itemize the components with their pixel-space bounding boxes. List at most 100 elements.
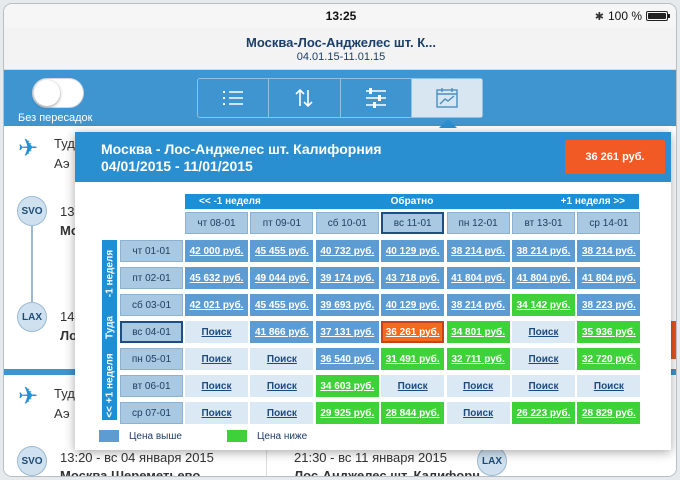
price-cell[interactable]: 45 632 руб.: [185, 267, 248, 289]
route-dates: 04.01.15-11.01.15: [296, 51, 386, 63]
flight-row[interactable]: SVO 13:20 - вс 04 января 2015 Москва Шер…: [4, 446, 676, 477]
nonstop-toggle[interactable]: [32, 78, 84, 108]
price-cell[interactable]: 42 000 руб.: [185, 240, 248, 262]
search-cell[interactable]: Поиск: [512, 321, 575, 343]
search-cell[interactable]: Поиск: [185, 375, 248, 397]
price-cell[interactable]: 41 866 руб.: [250, 321, 314, 343]
row-departure-city: Москва Шереметьево: [60, 468, 201, 477]
search-cell[interactable]: Поиск: [512, 375, 575, 397]
price-cell[interactable]: 38 214 руб.: [446, 240, 510, 262]
price-cell[interactable]: 40 732 руб.: [315, 240, 379, 262]
outbound-label: Туда: [104, 316, 115, 339]
app-window: 13:25 ✱ 100 % Москва-Лос-Анджелес шт. К.…: [3, 3, 677, 477]
search-cell[interactable]: Поиск: [446, 402, 510, 424]
legend-swatch-higher: [99, 430, 119, 442]
price-cell[interactable]: 29 925 руб.: [315, 402, 379, 424]
legend-higher: Цена выше: [99, 430, 182, 442]
outbound-date-header[interactable]: сб 03-01: [120, 294, 183, 316]
route-title: Москва-Лос-Анджелес шт. К...: [246, 35, 436, 50]
origin-airport-badge: SVO: [17, 196, 47, 226]
price-cell[interactable]: 38 214 руб.: [446, 294, 510, 316]
price-cell[interactable]: 36 261 руб.: [381, 321, 445, 343]
search-cell[interactable]: Поиск: [185, 348, 248, 370]
price-cell[interactable]: 41 804 руб.: [446, 267, 510, 289]
price-cell[interactable]: 41 804 руб.: [512, 267, 575, 289]
outbound-date-header[interactable]: чт 01-01: [120, 240, 183, 262]
return-date-header[interactable]: пн 12-01: [446, 212, 510, 234]
price-cell[interactable]: 38 214 руб.: [512, 240, 575, 262]
price-cell[interactable]: 49 044 руб.: [250, 267, 314, 289]
nonstop-label: Без пересадок: [18, 112, 93, 124]
price-cell[interactable]: 34 142 руб.: [512, 294, 575, 316]
popover-dates: 04/01/2015 - 11/01/2015: [101, 158, 253, 174]
search-cell[interactable]: Поиск: [250, 402, 314, 424]
segment-title: Туд: [54, 386, 75, 401]
row-departure-time: 13:20 - вс 04 января 2015: [60, 450, 214, 465]
toggle-knob: [34, 80, 60, 106]
price-cell[interactable]: 45 455 руб.: [250, 240, 314, 262]
price-cell[interactable]: 28 844 руб.: [381, 402, 445, 424]
price-cell[interactable]: 39 174 руб.: [315, 267, 379, 289]
search-cell[interactable]: Поиск: [250, 348, 314, 370]
price-cell[interactable]: 45 455 руб.: [250, 294, 314, 316]
price-cell[interactable]: 26 223 руб.: [512, 402, 575, 424]
outbound-date-header[interactable]: ср 07-01: [120, 402, 183, 424]
price-cell[interactable]: 40 129 руб.: [381, 294, 445, 316]
price-cell[interactable]: 42 021 руб.: [185, 294, 248, 316]
price-cell[interactable]: 34 603 руб.: [315, 375, 379, 397]
popover-pointer: [439, 119, 457, 128]
price-cell[interactable]: 38 214 руб.: [577, 240, 641, 262]
outbound-date-header[interactable]: вт 06-01: [120, 375, 183, 397]
legend-swatch-lower: [227, 430, 247, 442]
search-cell[interactable]: Поиск: [577, 375, 641, 397]
price-cell[interactable]: 37 131 руб.: [315, 321, 379, 343]
return-date-header[interactable]: вс 11-01: [381, 212, 445, 234]
return-date-header[interactable]: сб 10-01: [315, 212, 379, 234]
plus-week-link[interactable]: << +1 неделя: [104, 353, 115, 417]
status-right: ✱ 100 %: [595, 9, 670, 23]
airplane-icon: ✈: [18, 383, 39, 410]
airplane-icon: ✈: [18, 135, 39, 162]
dest-airport-badge: LAX: [17, 302, 47, 332]
price-cell[interactable]: 41 804 руб.: [577, 267, 641, 289]
selected-price-badge: 36 261 руб.: [565, 140, 665, 174]
price-cell[interactable]: 34 801 руб.: [446, 321, 510, 343]
search-cell[interactable]: Поиск: [250, 375, 314, 397]
filter-sliders-icon: [365, 88, 386, 108]
list-view-button[interactable]: [198, 79, 270, 117]
price-cell[interactable]: 31 491 руб.: [381, 348, 445, 370]
sort-button[interactable]: [269, 79, 341, 117]
search-cell[interactable]: Поиск: [185, 321, 248, 343]
outbound-date-header[interactable]: пн 05-01: [120, 348, 183, 370]
route-header: Москва-Лос-Анджелес шт. К... 04.01.15-11…: [4, 28, 676, 70]
price-cell[interactable]: 35 936 руб.: [577, 321, 641, 343]
price-cell[interactable]: 28 829 руб.: [577, 402, 641, 424]
search-cell[interactable]: Поиск: [381, 375, 445, 397]
route-line: [31, 226, 33, 304]
next-week-link[interactable]: +1 неделя >>: [561, 196, 625, 207]
minus-week-link[interactable]: -1 неделя: [104, 250, 115, 297]
calendar-view-button[interactable]: [411, 79, 482, 117]
popover-header: Москва - Лос-Анджелес шт. Калифорния 04/…: [75, 132, 671, 182]
outbound-date-header[interactable]: пт 02-01: [120, 267, 183, 289]
price-cell[interactable]: 32 720 руб.: [577, 348, 641, 370]
price-cell[interactable]: 38 223 руб.: [577, 294, 641, 316]
price-cell[interactable]: 39 693 руб.: [315, 294, 379, 316]
return-date-header[interactable]: ср 14-01: [577, 212, 641, 234]
search-cell[interactable]: Поиск: [185, 402, 248, 424]
return-date-header[interactable]: чт 08-01: [185, 212, 248, 234]
price-cell[interactable]: 32 711 руб.: [446, 348, 510, 370]
search-cell[interactable]: Поиск: [446, 375, 510, 397]
filter-button[interactable]: [341, 79, 412, 117]
sort-icon: [295, 88, 313, 108]
price-cell[interactable]: 40 129 руб.: [381, 240, 445, 262]
return-week-bar: << -1 неделя Обратно +1 неделя >>: [185, 194, 639, 209]
view-segmented-control: [197, 78, 483, 118]
outbound-date-header[interactable]: вс 04-01: [120, 321, 183, 343]
return-date-header[interactable]: вт 13-01: [512, 212, 575, 234]
price-cell[interactable]: 36 540 руб.: [315, 348, 379, 370]
price-cell[interactable]: 43 718 руб.: [381, 267, 445, 289]
legend-lower: Цена ниже: [227, 430, 307, 442]
return-date-header[interactable]: пт 09-01: [250, 212, 314, 234]
search-cell[interactable]: Поиск: [512, 348, 575, 370]
